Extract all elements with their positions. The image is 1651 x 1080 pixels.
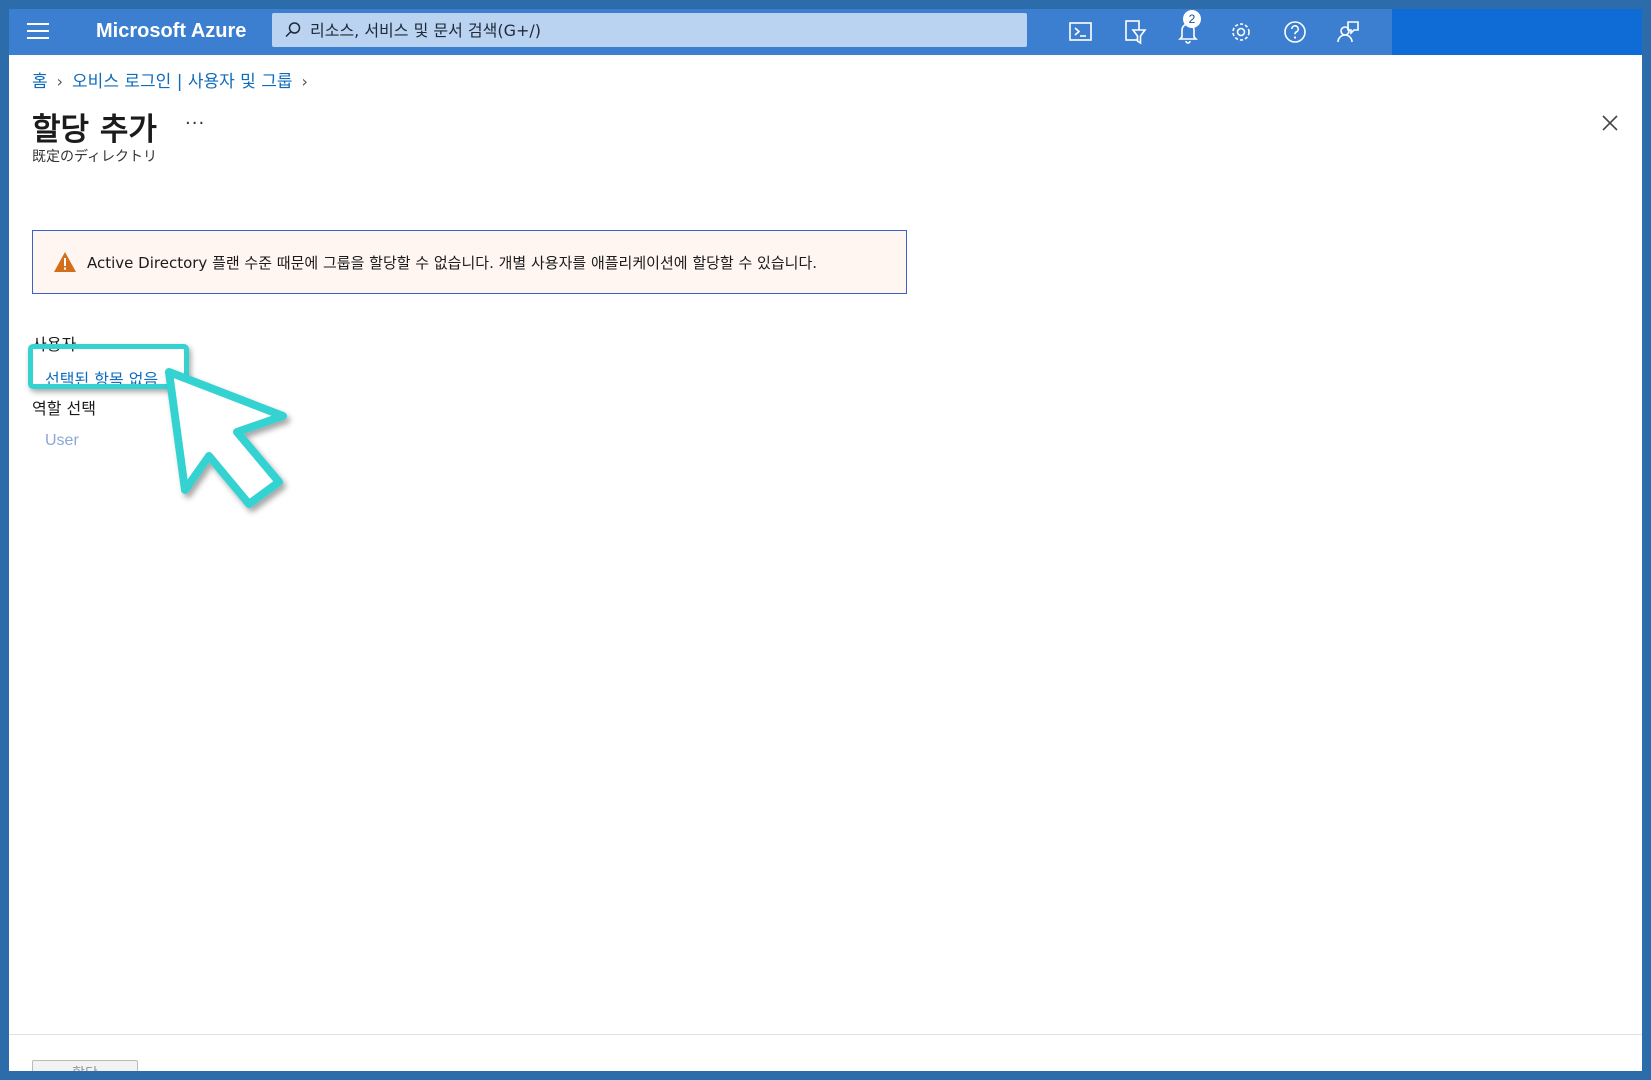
search-box[interactable]	[272, 13, 1027, 47]
chevron-right-icon: ›	[301, 72, 308, 91]
breadcrumb-parent[interactable]: 오비스 로그인 | 사용자 및 그룹	[72, 72, 292, 92]
search-input[interactable]	[310, 13, 1010, 47]
cloud-shell-icon[interactable]	[1067, 18, 1095, 46]
role-value[interactable]: User	[45, 432, 79, 450]
feedback-icon[interactable]	[1334, 18, 1362, 46]
azure-portal-window: Microsoft Azure 2	[9, 9, 1642, 1071]
assign-button[interactable]: 할당	[32, 1060, 138, 1071]
breadcrumb-home[interactable]: 홈	[32, 72, 48, 92]
pointer-arrow-icon	[165, 368, 287, 508]
menu-icon[interactable]	[27, 23, 49, 41]
page-title: 할당 추가	[32, 112, 157, 148]
brand-title[interactable]: Microsoft Azure	[96, 20, 246, 43]
chevron-right-icon: ›	[56, 72, 64, 91]
warning-icon	[54, 252, 76, 272]
directory-filter-icon[interactable]	[1121, 18, 1149, 46]
warning-text: Active Directory 플랜 수준 때문에 그룹을 할당할 수 없습니…	[87, 254, 818, 272]
close-icon[interactable]	[1600, 113, 1620, 133]
warning-banner: Active Directory 플랜 수준 때문에 그룹을 할당할 수 없습니…	[32, 230, 907, 294]
breadcrumb: 홈 › 오비스 로그인 | 사용자 및 그룹 ›	[32, 67, 317, 92]
top-bar: Microsoft Azure 2	[9, 9, 1642, 55]
help-icon[interactable]	[1281, 18, 1309, 46]
footer-divider	[9, 1034, 1642, 1035]
top-bar-account-area	[1392, 9, 1642, 55]
more-options-button[interactable]: ···	[185, 113, 205, 134]
settings-icon[interactable]	[1227, 18, 1255, 46]
role-label: 역할 선택	[32, 399, 96, 418]
search-icon	[285, 22, 301, 38]
page-subtitle: 既定のディレクトリ	[32, 149, 158, 165]
notification-badge: 2	[1183, 10, 1201, 28]
